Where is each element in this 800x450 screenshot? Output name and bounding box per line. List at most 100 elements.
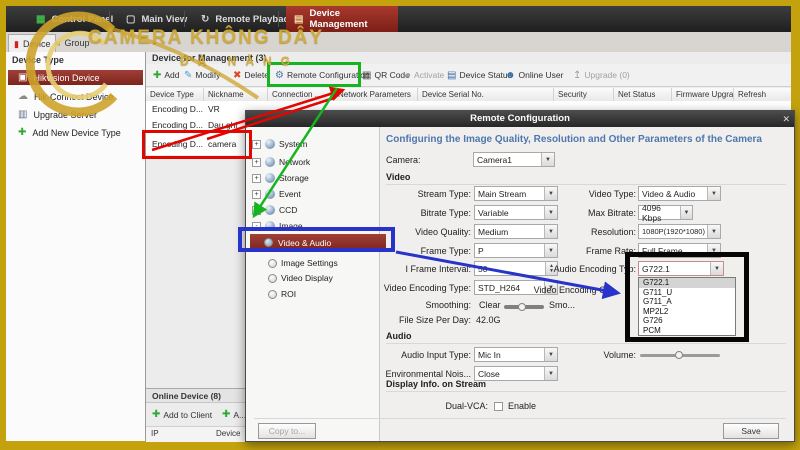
online-user-button[interactable]: ☻ Online User (505, 66, 563, 84)
qr-code-button[interactable]: ▦ QR Code (362, 66, 410, 84)
sidebar-item-hik-connect[interactable]: ☁ Hik-Connect Device (8, 89, 143, 104)
remote-playback-icon: ↻ (201, 14, 209, 25)
sidebar-item-add-device-type[interactable]: ✚ Add New Device Type (8, 125, 143, 140)
expand-icon[interactable]: + (252, 190, 261, 199)
col-connection[interactable]: Connection ... (267, 88, 333, 101)
audio-input-type-select[interactable]: Mic In▼ (474, 347, 558, 362)
audio-encoding-dropdown: G722.1 G711_U G711_A MP2L2 G726 PCM (638, 277, 736, 336)
bulb-icon: ● (405, 70, 411, 81)
device-management-icon: ▤ (294, 14, 303, 25)
cell-nickname: camera (208, 139, 236, 149)
button-label: Online User (519, 70, 564, 80)
save-button[interactable]: Save (723, 423, 779, 439)
max-bitrate-select[interactable]: 4096 Kbps▼ (638, 205, 693, 220)
remote-configuration-button[interactable]: ⚙ Remote Configuration (275, 66, 370, 84)
file-size-value: 42.0G (476, 315, 501, 325)
sphere-icon (265, 205, 275, 215)
delete-button[interactable]: ✖ Delete (233, 66, 269, 84)
tab-label: Control Panel (51, 14, 113, 25)
sphere-icon (265, 139, 275, 149)
col-refresh[interactable]: Refresh (733, 88, 783, 101)
col-device-type[interactable]: Device Type (146, 88, 203, 101)
expand-icon[interactable]: + (252, 174, 261, 183)
dropdown-option[interactable]: G722.1 (639, 278, 735, 288)
volume-handle[interactable] (675, 351, 683, 359)
field-value: Camera1 (477, 155, 512, 165)
close-icon[interactable]: ✕ (782, 111, 790, 127)
tree-item-roi[interactable]: ROI (268, 287, 296, 301)
col-nickname[interactable]: Nickname (203, 88, 267, 101)
tree-label: Image Settings (281, 258, 338, 268)
tree-item-storage[interactable]: + Storage (252, 171, 309, 185)
copy-to-button[interactable]: Copy to... (258, 423, 316, 439)
audio-section-title: Audio (386, 331, 412, 341)
activate-button: ● Activate (405, 66, 444, 84)
col-network-parameters[interactable]: Network Parameters (333, 88, 417, 101)
col-net-status[interactable]: Net Status (613, 88, 671, 101)
cloud-icon: ☁ (18, 91, 28, 102)
col-security[interactable]: Security (553, 88, 613, 101)
plus-icon: ✚ (18, 127, 26, 138)
smoothing-label: Smoothing: (346, 300, 471, 310)
environmental-noise-select[interactable]: Close▼ (474, 366, 558, 381)
expand-icon[interactable]: + (252, 206, 261, 215)
smoothing-handle[interactable] (518, 303, 526, 311)
dialog-heading: Configuring the Image Quality, Resolutio… (386, 134, 786, 145)
tab-device-management[interactable]: ▤ Device Management (286, 6, 398, 32)
plus-icon: ✚ (153, 70, 161, 81)
sidebar-item-label: Hik-Connect Device (34, 92, 114, 102)
tree-item-event[interactable]: + Event (252, 187, 301, 201)
dropdown-option[interactable]: MP2L2 (639, 307, 735, 317)
frame-rate-select[interactable]: Full Frame▼ (638, 243, 721, 258)
enable-checkbox[interactable] (494, 402, 503, 411)
smoothing-max-label: Smo... (549, 300, 575, 310)
tree-item-image-settings[interactable]: Image Settings (268, 256, 338, 270)
sidebar-item-hikvision-device[interactable]: ▣ Hikvision Device (8, 70, 143, 85)
tree-label: Network (279, 157, 310, 167)
device-status-button[interactable]: ▤ Device Status (447, 66, 512, 84)
audio-encoding-select[interactable]: G722.1▼ (638, 261, 724, 276)
tree-item-ccd[interactable]: + CCD (252, 203, 297, 217)
bitrate-type-label: Bitrate Type: (346, 208, 471, 218)
col-ip[interactable]: IP (151, 429, 159, 438)
dropdown-option[interactable]: G711_U (639, 288, 735, 298)
chevron-down-icon: ▼ (544, 367, 557, 380)
video-type-select[interactable]: Video & Audio▼ (638, 186, 721, 201)
col-device-serial[interactable]: Device Serial No. (417, 88, 553, 101)
col-firmware[interactable]: Firmware Upgra... (671, 88, 733, 101)
tree-item-video-display[interactable]: Video Display (268, 271, 333, 285)
resolution-select[interactable]: 1080P(1920*1080)▼ (638, 224, 721, 239)
x-icon: ✖ (233, 70, 241, 81)
display-info-section-title: Display Info. on Stream (386, 379, 486, 389)
chevron-down-icon: ▼ (707, 187, 720, 200)
tree-item-network[interactable]: + Network (252, 155, 310, 169)
camera-select[interactable]: Camera1 ▼ (473, 152, 555, 167)
add-to-client-button[interactable]: ✚ Add to Client (152, 409, 212, 420)
expand-icon[interactable]: + (252, 140, 261, 149)
modify-button[interactable]: ✎ Modify (184, 66, 220, 84)
environmental-noise-label: Environmental Nois... (346, 369, 471, 379)
dialog-title[interactable]: Remote Configuration (246, 111, 794, 127)
expand-icon[interactable]: + (252, 158, 261, 167)
field-value: Full Frame (642, 246, 683, 256)
stream-type-label: Stream Type: (346, 189, 471, 199)
dropdown-option[interactable]: G711_A (639, 297, 735, 307)
audio-encoding-label: Audio Encoding Typ: (531, 264, 636, 274)
tree-item-video-audio[interactable]: Video & Audio (250, 234, 386, 251)
col-device[interactable]: Device (216, 429, 240, 438)
add-button[interactable]: ✚ Add (153, 66, 180, 84)
tree-label: System (279, 139, 307, 149)
tree-item-system[interactable]: + System (252, 137, 307, 151)
dropdown-option[interactable]: PCM (639, 326, 735, 336)
sphere-icon (265, 173, 275, 183)
sidebar-item-upgrade-server[interactable]: ▥ Upgrade Server (8, 107, 143, 122)
pencil-icon: ✎ (184, 70, 192, 81)
tab-group[interactable]: ■ Group (50, 34, 94, 52)
tab-control-panel[interactable]: ▦ Control Panel (28, 6, 121, 32)
collapse-icon[interactable]: - (252, 222, 261, 231)
add-all-button[interactable]: ✚ A... (222, 409, 246, 420)
button-label: Remote Configuration (287, 70, 370, 80)
tree-item-image[interactable]: - Image (252, 219, 303, 233)
dropdown-option[interactable]: G726 (639, 316, 735, 326)
sphere-icon (265, 189, 275, 199)
